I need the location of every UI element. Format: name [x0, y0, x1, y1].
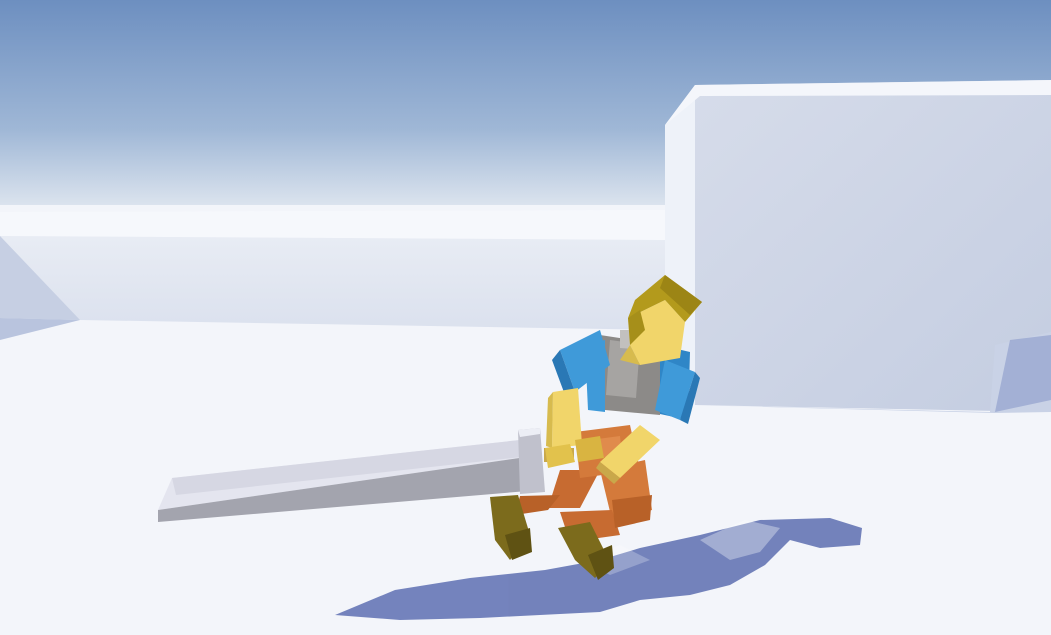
large-cube [665, 80, 1051, 413]
game-viewport[interactable] [0, 0, 1051, 635]
scene-canvas [0, 0, 1051, 635]
